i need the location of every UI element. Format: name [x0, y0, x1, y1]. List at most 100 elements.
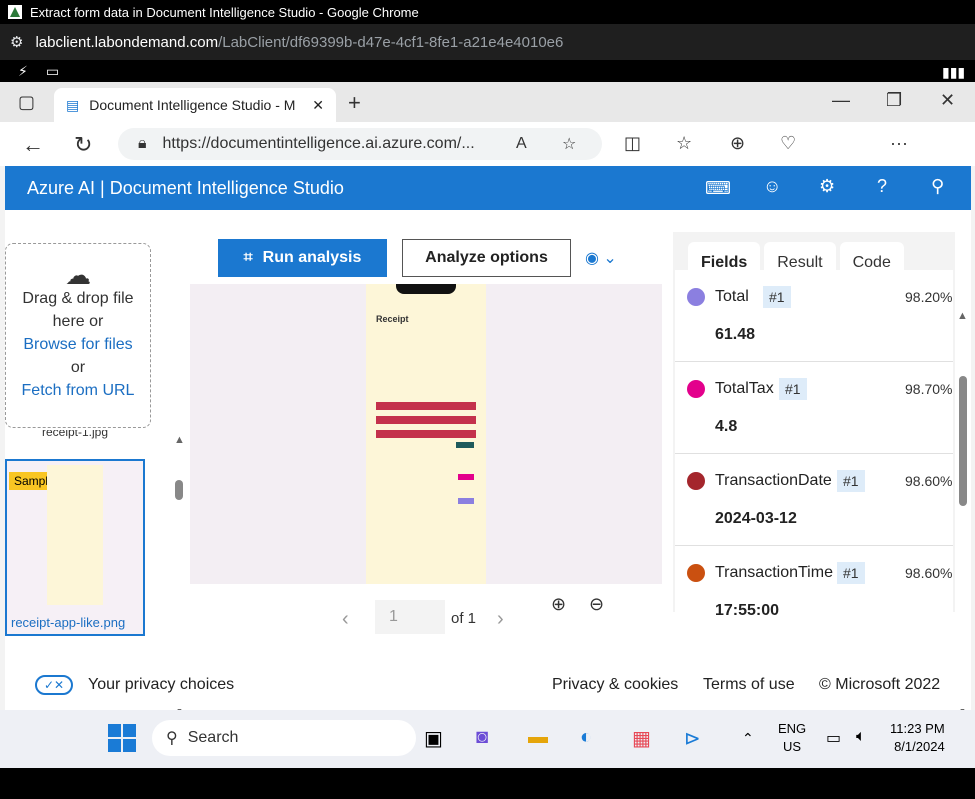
bottom-letterbox: [0, 768, 975, 799]
url-text[interactable]: labclient.labondemand.com/LabClient/df69…: [35, 34, 563, 51]
remote-toolbar: ⚡ ▭ ▮▮▮: [0, 60, 975, 82]
page-of-label: of 1: [451, 610, 477, 627]
zoom-out-icon[interactable]: ⊖: [589, 594, 604, 615]
collections-icon[interactable]: ⊕: [730, 133, 745, 154]
analyze-options-button[interactable]: Analyze options: [402, 239, 571, 277]
new-tab-icon[interactable]: +: [348, 90, 361, 116]
upload-dropzone[interactable]: ☁ Drag & drop file here or Browse for fi…: [5, 243, 151, 428]
close-window-icon[interactable]: ✕: [940, 90, 955, 111]
page-input[interactable]: 1: [375, 600, 445, 634]
minimize-icon[interactable]: —: [832, 90, 850, 111]
field-value: 2024-03-12: [715, 510, 797, 527]
tab-document-intelligence[interactable]: ▤ Document Intelligence Studio - M ✕: [54, 88, 336, 122]
tab-actions-icon[interactable]: ▢: [18, 92, 35, 113]
tray-chevron-icon[interactable]: ⌃: [742, 730, 754, 747]
field-badge: #1: [763, 286, 791, 308]
zoom-in-icon[interactable]: ⊕: [551, 594, 566, 615]
network-icon[interactable]: ▭: [826, 728, 841, 748]
site-settings-icon[interactable]: ⚙: [10, 33, 23, 51]
sample-thumbnail[interactable]: Sample receipt-app-like.png: [5, 459, 145, 636]
edge-tab-strip: ▢ ▤ Document Intelligence Studio - M ✕ +…: [0, 82, 975, 122]
restore-icon[interactable]: ❐: [886, 90, 902, 111]
next-page-icon[interactable]: ›: [497, 608, 504, 631]
account-icon[interactable]: ⚲: [931, 176, 944, 197]
field-transactiontime[interactable]: TransactionTime #1 98.60% 17:55:00: [675, 546, 953, 626]
browser-essentials-icon[interactable]: ♡: [780, 133, 796, 154]
taskbar-search-box[interactable]: ⚲ Search: [152, 720, 416, 756]
scroll-up-icon[interactable]: ▲: [174, 434, 185, 446]
chrome-url-bar: ⚙ labclient.labondemand.com/LabClient/df…: [0, 24, 975, 60]
store-icon[interactable]: ▦: [632, 726, 651, 751]
field-name: TransactionTime: [715, 564, 833, 581]
back-icon[interactable]: ←: [22, 132, 44, 158]
file-name[interactable]: receipt-app-like.png: [11, 615, 125, 630]
tab-title: Document Intelligence Studio - M: [89, 97, 296, 113]
drop-text-2: here or: [52, 313, 104, 330]
browse-files-link[interactable]: Browse for files: [6, 333, 150, 356]
field-confidence: 98.20%: [905, 289, 953, 305]
windows-taskbar: ⚲ Search ▣ ◙ ▬ ◐ ▦ ⊳ ⌃ ENG US ▭ 🔈︎ 11:23 …: [0, 710, 975, 768]
visibility-eye-icon[interactable]: ◉ ⌄: [585, 248, 617, 268]
refresh-icon[interactable]: ↻: [74, 132, 92, 158]
file-explorer-icon[interactable]: ▬: [528, 726, 548, 749]
app-title[interactable]: Azure AI | Document Intelligence Studio: [27, 178, 344, 199]
vscode-icon[interactable]: ⊳: [684, 726, 701, 751]
privacy-toggle-icon[interactable]: ✓✕: [35, 675, 73, 695]
favorites-icon[interactable]: ☆: [676, 133, 692, 154]
windows-start-icon[interactable]: [108, 724, 136, 752]
monitor-icon[interactable]: ▭: [46, 63, 59, 80]
edge-window: ▢ ▤ Document Intelligence Studio - M ✕ +…: [0, 82, 975, 738]
field-name: TransactionDate: [715, 472, 832, 489]
or-text: or: [70, 359, 86, 376]
address-bar[interactable]: 🔒︎ https://documentintelligence.ai.azure…: [118, 128, 602, 160]
teams-chat-icon[interactable]: ◙: [476, 726, 488, 749]
signal-icon: ▮▮▮: [942, 64, 966, 80]
receipt-heading: Receipt: [376, 314, 409, 324]
field-badge: #1: [779, 378, 807, 400]
keyboard-icon[interactable]: ⌨: [705, 178, 731, 199]
favorite-star-icon[interactable]: ☆: [562, 134, 576, 154]
prev-file-label[interactable]: receipt-1.jpg: [5, 430, 145, 444]
tax-box: [458, 474, 474, 480]
terms-link[interactable]: Terms of use: [703, 676, 795, 694]
right-scrollbar-thumb[interactable]: [959, 376, 967, 506]
read-aloud-icon[interactable]: A: [516, 135, 527, 153]
receipt-line-1: [376, 402, 476, 410]
window-title: Extract form data in Document Intelligen…: [30, 4, 419, 20]
field-value: 61.48: [715, 326, 756, 343]
settings-gear-icon[interactable]: ⚙: [819, 176, 835, 197]
field-transactiondate[interactable]: TransactionDate #1 98.60% 2024-03-12: [675, 454, 953, 546]
lock-icon: 🔒︎: [138, 135, 147, 152]
fetch-url-link[interactable]: Fetch from URL: [6, 379, 150, 402]
search-icon: ⚲: [166, 730, 178, 747]
close-tab-icon[interactable]: ✕: [312, 97, 324, 114]
field-color-dot: [687, 288, 705, 306]
prev-page-icon[interactable]: ‹: [342, 608, 349, 631]
field-total[interactable]: Total #1 98.20% 61.48: [675, 270, 953, 362]
phone-notch: [396, 284, 456, 294]
edge-taskbar-icon[interactable]: ◐: [580, 726, 592, 749]
right-scroll-up-icon[interactable]: ▲: [957, 310, 968, 322]
volume-icon[interactable]: 🔈︎: [856, 728, 866, 746]
document-canvas[interactable]: Receipt: [190, 284, 662, 584]
edge-toolbar: ← ↻ 🔒︎ https://documentintelligence.ai.a…: [0, 122, 975, 196]
receipt-line-3: [376, 430, 476, 438]
lightning-icon[interactable]: ⚡: [18, 63, 28, 80]
clock[interactable]: 11:23 PM 8/1/2024: [890, 720, 945, 756]
feedback-smiley-icon[interactable]: ☺: [763, 176, 781, 197]
left-scrollbar-thumb[interactable]: [175, 480, 183, 500]
privacy-choices-link[interactable]: Your privacy choices: [88, 676, 234, 694]
field-color-dot: [687, 472, 705, 490]
privacy-cookies-link[interactable]: Privacy & cookies: [552, 676, 678, 694]
field-totaltax[interactable]: TotalTax #1 98.70% 4.8: [675, 362, 953, 454]
split-screen-icon[interactable]: ◫: [624, 133, 641, 154]
language-indicator[interactable]: ENG US: [778, 720, 806, 756]
more-menu-icon[interactable]: ···: [890, 133, 908, 154]
field-confidence: 98.60%: [905, 565, 953, 581]
field-value: 4.8: [715, 418, 738, 435]
help-icon[interactable]: ?: [877, 176, 887, 197]
field-badge: #1: [837, 562, 865, 584]
run-analysis-button[interactable]: ⌗ Run analysis: [218, 239, 387, 277]
field-name: TotalTax: [715, 380, 774, 397]
task-view-icon[interactable]: ▣: [424, 726, 443, 751]
